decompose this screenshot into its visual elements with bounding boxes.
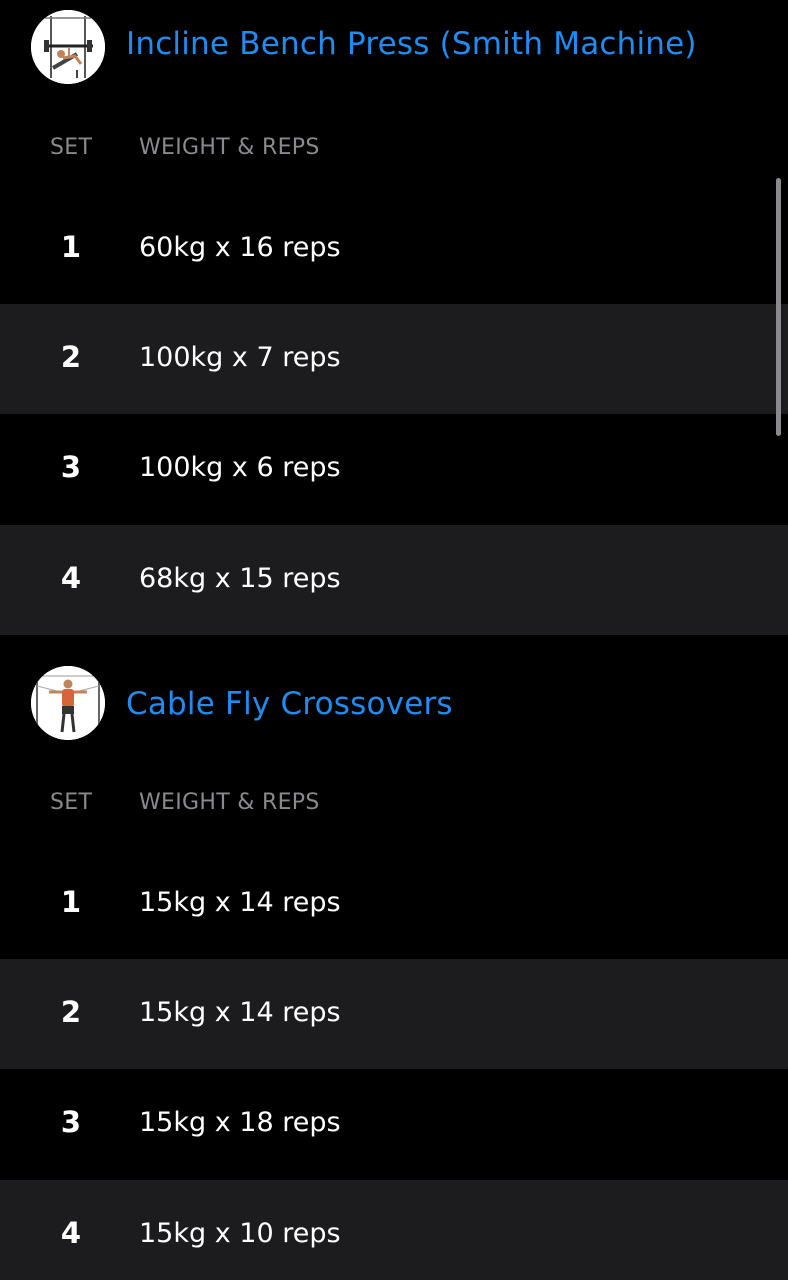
exercise-header[interactable]: Cable Fly Crossovers: [0, 656, 788, 746]
set-number: 4: [60, 561, 82, 595]
scrollbar[interactable]: [776, 178, 781, 436]
exercise-header[interactable]: Incline Bench Press (Smith Machine): [0, 0, 788, 90]
set-number: 3: [60, 1105, 82, 1139]
set-number: 3: [60, 450, 82, 484]
set-number: 1: [60, 885, 82, 919]
set-number: 2: [60, 340, 82, 374]
set-column-header: SET: [50, 135, 93, 160]
set-weight-reps: 15kg x 10 reps: [139, 1218, 341, 1249]
incline-bench-press-thumbnail-icon[interactable]: [31, 10, 105, 84]
set-column-header: SET: [50, 790, 93, 815]
exercise-title[interactable]: Incline Bench Press (Smith Machine): [126, 26, 697, 62]
set-number: 2: [60, 995, 82, 1029]
set-number: 1: [60, 230, 82, 264]
set-row[interactable]: 1 60kg x 16 reps: [0, 194, 788, 304]
set-row[interactable]: 4 15kg x 10 reps: [0, 1180, 788, 1280]
set-weight-reps: 15kg x 14 reps: [139, 997, 341, 1028]
set-weight-reps: 60kg x 16 reps: [139, 232, 341, 263]
set-weight-reps: 15kg x 14 reps: [139, 887, 341, 918]
cable-fly-thumbnail-icon[interactable]: [31, 666, 105, 740]
workout-detail-screen: Incline Bench Press (Smith Machine) SET …: [0, 0, 788, 1280]
set-number: 4: [60, 1216, 82, 1250]
weight-reps-column-header: WEIGHT & REPS: [139, 135, 320, 160]
set-row[interactable]: 2 100kg x 7 reps: [0, 304, 788, 414]
set-weight-reps: 100kg x 6 reps: [139, 452, 341, 483]
set-row[interactable]: 1 15kg x 14 reps: [0, 849, 788, 959]
set-weight-reps: 100kg x 7 reps: [139, 342, 341, 373]
set-weight-reps: 68kg x 15 reps: [139, 563, 341, 594]
exercise-title[interactable]: Cable Fly Crossovers: [126, 686, 453, 722]
set-weight-reps: 15kg x 18 reps: [139, 1107, 341, 1138]
set-row[interactable]: 3 15kg x 18 reps: [0, 1069, 788, 1179]
column-headers: SET WEIGHT & REPS: [0, 790, 788, 830]
set-row[interactable]: 3 100kg x 6 reps: [0, 414, 788, 524]
weight-reps-column-header: WEIGHT & REPS: [139, 790, 320, 815]
column-headers: SET WEIGHT & REPS: [0, 135, 788, 175]
set-row[interactable]: 2 15kg x 14 reps: [0, 959, 788, 1069]
set-row[interactable]: 4 68kg x 15 reps: [0, 525, 788, 635]
